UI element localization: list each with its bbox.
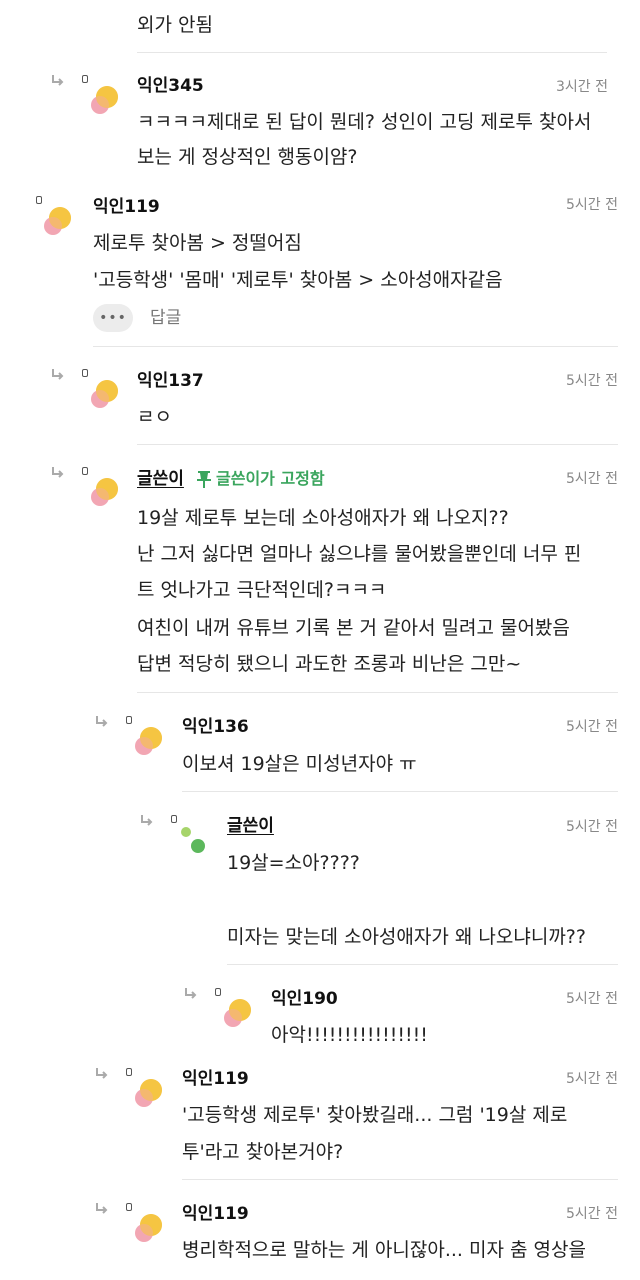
timestamp: 5시간 전	[566, 1071, 618, 1087]
comment-text: 병리학적으로 말하는 게 아니잖아... 미자 춤 영상을	[182, 1239, 586, 1261]
comment-text: 이보셔 19살은 미성년자야 ㅠ	[182, 753, 417, 775]
avatar-icon	[135, 1079, 162, 1107]
divider	[182, 1179, 618, 1180]
timestamp: 5시간 전	[566, 373, 618, 389]
nickname[interactable]: 익인119	[93, 196, 160, 218]
reply-arrow-icon	[94, 1202, 108, 1216]
comment-text: 제로투 찾아봄 > 정떨어짐	[93, 232, 302, 254]
comment-text: 미자는 맞는데 소아성애자가 왜 나오냐니까??	[227, 926, 586, 948]
comment-text: 아악!!!!!!!!!!!!!!!!	[271, 1024, 428, 1046]
divider	[182, 791, 618, 792]
reply-arrow-icon	[94, 715, 108, 729]
divider	[137, 52, 607, 53]
timestamp: 5시간 전	[566, 719, 618, 735]
pin-icon	[197, 471, 211, 488]
divider	[227, 964, 618, 965]
reply-arrow-icon	[139, 814, 153, 828]
more-options-button[interactable]: •••	[93, 304, 133, 332]
nickname[interactable]: 익인137	[137, 370, 204, 392]
dot-icon	[82, 467, 88, 475]
avatar-icon	[91, 86, 118, 114]
nickname[interactable]: 익인119	[182, 1203, 249, 1225]
avatar-icon	[135, 727, 162, 755]
comment-text: 19살=소아????	[227, 852, 360, 874]
comment-text: 여친이 내꺼 유튜브 기록 본 거 같아서 밀려고 물어봤음	[137, 617, 570, 639]
comment-text: 난 그저 싫다면 얼마나 싫으냐를 물어봤을뿐인데 너무 핀	[137, 543, 582, 565]
dot-icon	[126, 1203, 132, 1211]
nickname[interactable]: 익인345	[137, 75, 204, 97]
timestamp: 5시간 전	[566, 1206, 618, 1222]
timestamp: 5시간 전	[566, 471, 618, 487]
comment-text: ㅋㅋㅋㅋ제대로 된 답이 뭔데? 성인이 고딩 제로투 찾아서	[137, 111, 592, 133]
dot-icon	[126, 1068, 132, 1076]
nickname[interactable]: 글쓴이	[227, 815, 274, 837]
reply-button[interactable]: 답글	[150, 307, 181, 329]
nickname[interactable]: 글쓴이	[137, 468, 184, 490]
divider	[93, 346, 618, 347]
comment-text: 외가 안됨	[137, 14, 213, 36]
comment-text: ㄹㅇ	[137, 406, 172, 428]
avatar-icon	[44, 207, 71, 235]
comment-text: '고등학생 제로투' 찾아봤길래... 그럼 '19살 제로	[182, 1104, 568, 1126]
nickname[interactable]: 익인136	[182, 716, 249, 738]
dot-icon	[36, 196, 42, 204]
dot-icon	[215, 988, 221, 996]
nickname[interactable]: 익인190	[271, 988, 338, 1010]
comment-text: 19살 제로투 보는데 소아성애자가 왜 나오지??	[137, 507, 509, 529]
divider	[137, 692, 618, 693]
reply-arrow-icon	[94, 1067, 108, 1081]
timestamp: 3시간 전	[556, 79, 608, 95]
dot-icon	[126, 716, 132, 724]
reply-arrow-icon	[50, 74, 64, 88]
comment-text: '고등학생' '몸매' '제로투' 찾아봄 > 소아성애자같음	[93, 269, 503, 291]
comment-text: 답변 적당히 됐으니 과도한 조롱과 비난은 그만~	[137, 653, 522, 675]
op-avatar-icon	[181, 827, 205, 853]
timestamp: 5시간 전	[566, 819, 618, 835]
comment-text: 투'라고 찾아본거야?	[182, 1141, 344, 1163]
avatar-icon	[91, 478, 118, 506]
dot-icon	[82, 369, 88, 377]
avatar-icon	[224, 999, 251, 1027]
comment-text: 트 엇나가고 극단적인데?ㅋㅋㅋ	[137, 579, 387, 601]
dot-icon	[171, 815, 177, 823]
avatar-icon	[135, 1214, 162, 1242]
divider	[137, 444, 618, 445]
timestamp: 5시간 전	[566, 991, 618, 1007]
pinned-label: 글쓴이가 고정함	[216, 469, 325, 488]
nickname[interactable]: 익인119	[182, 1068, 249, 1090]
dot-icon	[82, 75, 88, 83]
reply-arrow-icon	[50, 466, 64, 480]
avatar-icon	[91, 380, 118, 408]
comment-text: 보는 게 정상적인 행동이얌?	[137, 146, 358, 168]
timestamp: 5시간 전	[566, 197, 618, 213]
reply-arrow-icon	[183, 987, 197, 1001]
reply-arrow-icon	[50, 368, 64, 382]
